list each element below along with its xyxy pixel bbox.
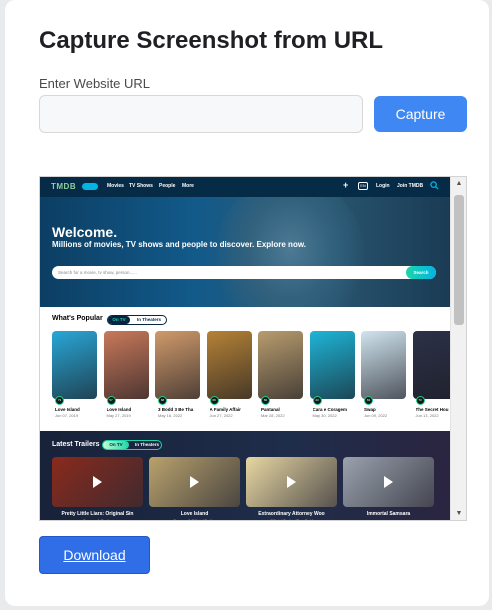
scroll-thumb[interactable] — [454, 195, 464, 325]
capture-button[interactable]: Capture — [374, 96, 467, 132]
poster-image — [361, 331, 406, 399]
play-icon — [93, 476, 102, 488]
poster-date: May 30, 2022 — [312, 413, 337, 418]
popular-toggle-off: In Theaters — [136, 317, 161, 322]
score-badge: 63 — [364, 396, 373, 405]
poster-date: Jun 07, 2019 — [55, 413, 79, 418]
nav-link-tv-shows: TV Shows — [129, 183, 153, 189]
trailer-thumbnail — [246, 457, 337, 507]
preview-scrollbar[interactable]: ▲ ▼ — [450, 177, 466, 520]
play-icon — [287, 476, 296, 488]
trailers-title: Latest Trailers — [52, 441, 100, 448]
add-icon: + — [343, 180, 349, 190]
trailer-thumbnail — [52, 457, 143, 507]
trailer-subtitle: Season 1 Trailer — [82, 518, 113, 521]
poster-image — [412, 331, 451, 399]
hero-search-input: Search for a movie, tv show, person.....… — [52, 266, 436, 279]
popular-toggle: On TV In Theaters — [107, 315, 167, 325]
score-badge: 73 — [55, 396, 64, 405]
screenshot-preview[interactable]: TMDB Movies TV Shows People More + EN Lo… — [39, 176, 467, 521]
poster-title: Love Island — [55, 407, 80, 412]
poster-date: Mar 28, 2022 — [261, 413, 285, 418]
site-logo: TMDB — [51, 182, 77, 191]
score-badge: 68 — [209, 396, 219, 405]
trailer-thumbnail — [149, 457, 240, 507]
trailer-subtitle: Season 8 Official Trailer — [173, 518, 216, 521]
hero-search-button: Search — [406, 266, 436, 279]
nav-link-more: More — [182, 183, 194, 189]
nav-join: Join TMDB — [397, 183, 424, 189]
url-label: Enter Website URL — [39, 76, 151, 91]
nav-link-people: People — [159, 183, 176, 189]
poster-title: Love Island — [106, 407, 132, 412]
download-button[interactable]: Download — [39, 536, 150, 574]
poster-title: 3 Bodd 3 Be Tha — [158, 407, 194, 412]
poster-date: Jun 09, 2022 — [364, 413, 388, 418]
language-badge: EN — [358, 182, 368, 190]
nav-login: Login — [376, 183, 390, 189]
url-input[interactable] — [39, 95, 363, 133]
popular-toggle-on: On TV — [108, 316, 130, 324]
poster-date: May 27, 2019 — [106, 413, 131, 418]
play-icon — [190, 476, 199, 488]
hero-subtitle: Millions of movies, TV shows and people … — [52, 240, 306, 249]
poster-date: May 16, 2022 — [158, 413, 183, 418]
trailers-toggle-off: In Theaters — [134, 442, 159, 447]
capture-card: Capture Screenshot from URL Enter Websit… — [5, 0, 489, 606]
page-title: Capture Screenshot from URL — [39, 27, 384, 54]
popular-title: What's Popular — [52, 315, 103, 322]
play-icon — [384, 476, 393, 488]
poster-image — [206, 331, 252, 399]
site-nav: TMDB Movies TV Shows People More + EN Lo… — [40, 177, 451, 197]
poster-image — [52, 331, 97, 399]
poster-image — [309, 331, 355, 399]
poster-image — [103, 331, 149, 399]
score-badge: 43 — [312, 396, 322, 405]
poster-title: Swap — [364, 407, 376, 412]
poster-title: Pantanal — [261, 407, 280, 412]
nav-link-movies: Movies — [107, 183, 124, 189]
captured-page: TMDB Movies TV Shows People More + EN Lo… — [40, 177, 451, 521]
site-logo-pill — [82, 183, 98, 190]
poster-image — [258, 331, 303, 399]
poster-title: A Family Affair — [209, 407, 241, 412]
poster-date: Jun 13, 2022 — [415, 413, 439, 418]
scroll-down-arrow-icon[interactable]: ▼ — [451, 507, 466, 520]
poster-title: The Secret Hou — [415, 407, 449, 412]
trailer-thumbnail — [343, 457, 434, 507]
poster-date: Jun 27, 2022 — [209, 413, 233, 418]
score-badge: 57 — [106, 396, 116, 405]
trailer-title: Extraordinary Attorney Woo — [258, 511, 325, 517]
score-badge: 70 — [415, 396, 425, 405]
latest-trailers: Latest Trailers On TV In Theaters Pretty… — [40, 431, 451, 521]
trailers-toggle: On TV In Theaters — [102, 440, 162, 450]
poster-title: Cara e Coragem — [312, 407, 348, 412]
poster-image — [155, 331, 200, 399]
trailers-toggle-on: On TV — [103, 441, 129, 449]
trailer-subtitle: Official Trailer [Eng Sub] — [269, 518, 314, 521]
score-badge: 68 — [158, 396, 167, 405]
scroll-up-arrow-icon[interactable]: ▲ — [451, 177, 466, 191]
score-badge: 82 — [261, 396, 270, 405]
trailer-title: Immortal Samsara — [366, 511, 411, 517]
hero-backdrop — [215, 197, 365, 307]
search-icon — [430, 181, 439, 190]
trailer-title: Pretty Little Liars: Original Sin — [61, 511, 134, 517]
site-hero: Welcome. Millions of movies, TV shows an… — [40, 197, 451, 307]
hero-title: Welcome. — [52, 224, 118, 240]
trailer-title: Love Island — [180, 511, 209, 517]
